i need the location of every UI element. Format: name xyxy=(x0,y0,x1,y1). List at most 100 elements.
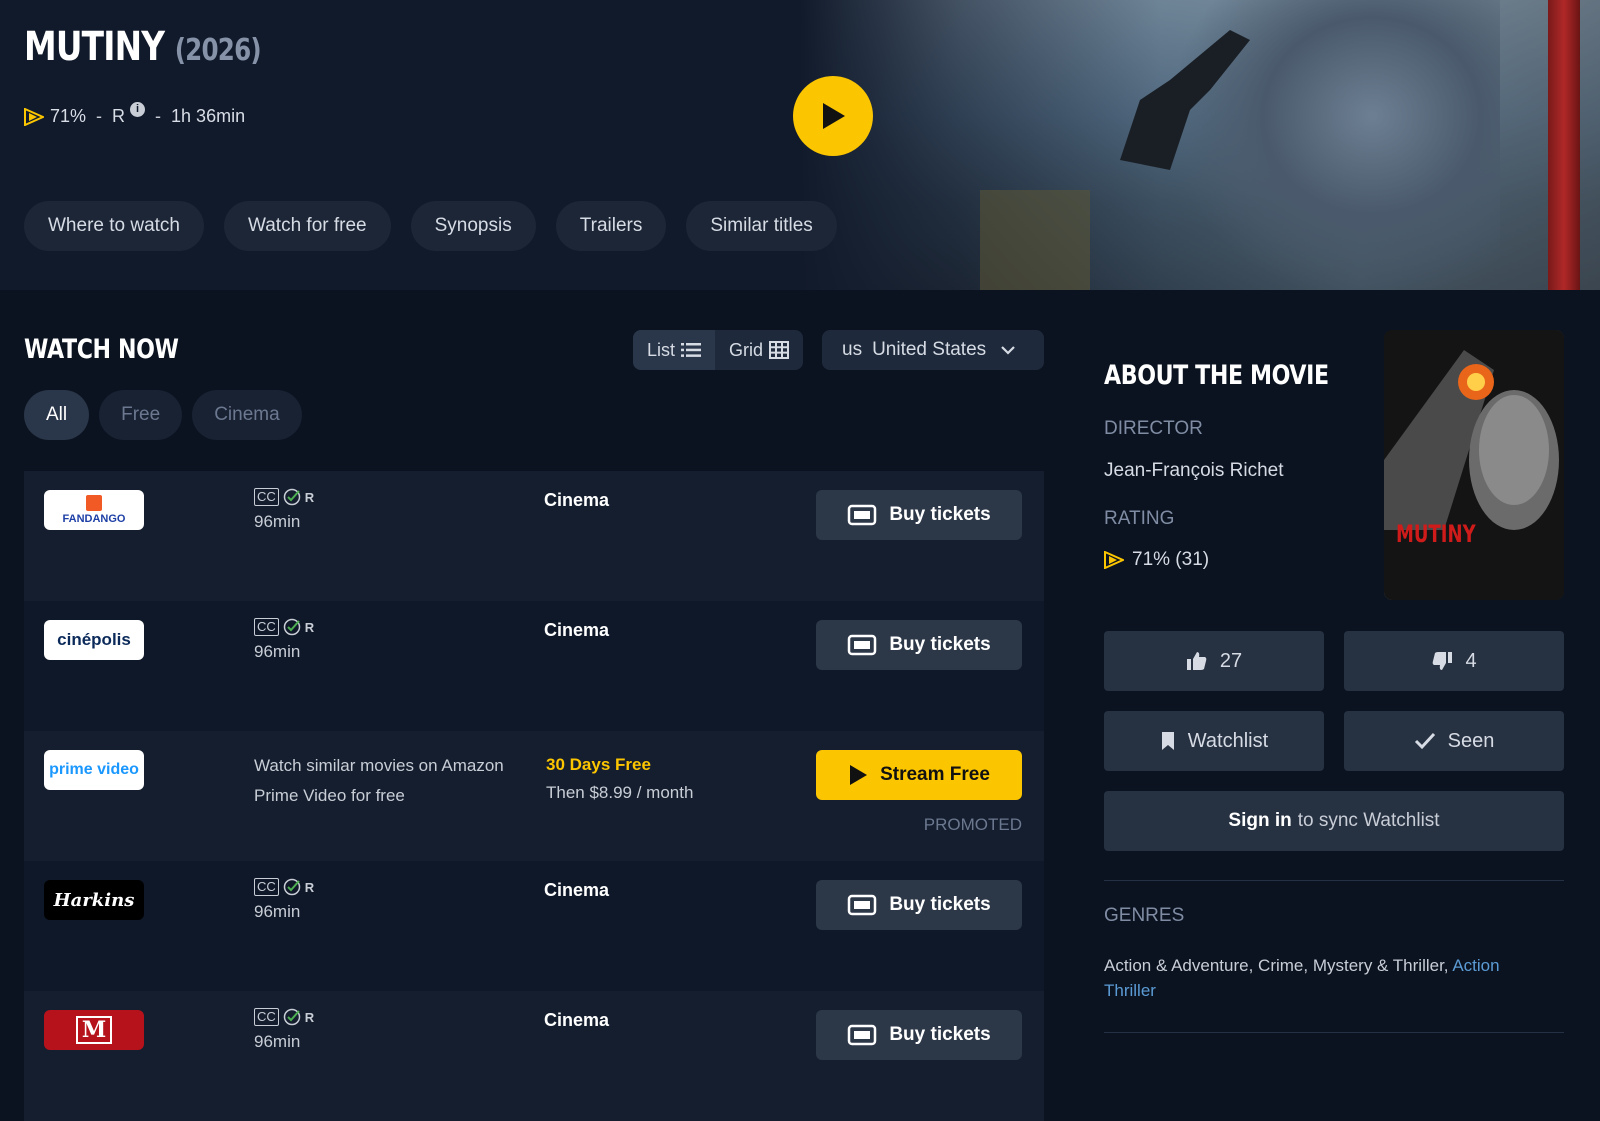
seen-button[interactable]: Seen xyxy=(1344,711,1564,771)
stream-free-label: Stream Free xyxy=(880,764,990,785)
ticket-icon xyxy=(848,894,877,916)
buy-tickets-button[interactable]: Buy tickets xyxy=(816,490,1022,540)
offer-type: Cinema xyxy=(544,1010,610,1030)
offer-type: Cinema xyxy=(544,880,610,900)
bookmark-icon xyxy=(1161,732,1174,750)
tab-where-to-watch[interactable]: Where to watch xyxy=(24,201,204,251)
view-toggle: List Grid xyxy=(633,330,804,370)
tab-similar-titles[interactable]: Similar titles xyxy=(686,201,837,251)
play-trailer-button[interactable] xyxy=(793,76,873,156)
tab-trailers[interactable]: Trailers xyxy=(555,201,667,251)
ticket-icon xyxy=(848,1024,877,1046)
list-view-button[interactable]: List xyxy=(633,330,716,370)
info-icon[interactable]: i xyxy=(130,102,146,117)
filter-all[interactable]: All xyxy=(24,390,90,440)
offer-badges: CC R xyxy=(254,618,314,636)
genres-list: Action & Adventure, Crime, Mystery & Thr… xyxy=(1104,953,1524,1003)
score-icon xyxy=(1104,551,1124,569)
marcus-theatres-logo[interactable]: M xyxy=(44,1010,144,1050)
fandango-logo[interactable]: FANDANGO xyxy=(44,490,144,530)
hero-boat-shape xyxy=(980,190,1090,290)
age-rating: R xyxy=(112,106,126,126)
movie-poster[interactable]: MUTINY xyxy=(1384,330,1564,600)
rating-badge: R xyxy=(304,619,315,635)
verified-check-icon xyxy=(283,618,301,636)
like-button[interactable]: 27 xyxy=(1104,631,1324,691)
closed-captions-icon: CC xyxy=(254,878,279,896)
filter-cinema[interactable]: Cinema xyxy=(192,390,302,440)
closed-captions-icon: CC xyxy=(254,488,279,506)
ticket-icon xyxy=(848,634,877,656)
movie-year: (2026) xyxy=(174,33,262,68)
grid-view-button[interactable]: Grid xyxy=(715,330,803,370)
offer-row: Harkins CC R 96min Cinema Buy tickets xyxy=(24,861,1044,991)
divider xyxy=(1104,880,1564,881)
list-view-label: List xyxy=(647,339,676,360)
cinepolis-logo[interactable]: cinépolis xyxy=(44,620,144,660)
grid-icon xyxy=(769,341,790,359)
closed-captions-icon: CC xyxy=(254,1008,279,1026)
offer-info: CC R 96min xyxy=(254,878,314,922)
meta-separator: - xyxy=(155,106,162,126)
rating-label: RATING xyxy=(1104,508,1175,529)
genres-label: GENRES xyxy=(1104,905,1185,926)
country-select[interactable]: us United States xyxy=(822,330,1044,370)
filter-free[interactable]: Free xyxy=(99,390,183,440)
offer-row-promoted: prime video Watch similar movies on Amaz… xyxy=(24,731,1044,861)
offer-row: cinépolis CC R 96min Cinema Buy tickets xyxy=(24,601,1044,731)
movie-title: MUTINY (2026) xyxy=(24,24,262,70)
verified-check-icon xyxy=(283,878,301,896)
sign-in-sync-button[interactable]: Sign in to sync Watchlist xyxy=(1104,791,1564,851)
harkins-logo[interactable]: Harkins xyxy=(44,880,144,920)
genres-text: Action & Adventure, Crime, Mystery & Thr… xyxy=(1104,956,1449,975)
provider-logo-text: Harkins xyxy=(53,889,135,911)
about-heading: ABOUT THE MOVIE xyxy=(1104,360,1329,391)
movie-title-text: MUTINY xyxy=(24,24,165,70)
provider-logo-text: prime video xyxy=(49,761,139,778)
sign-in-link[interactable]: Sign in xyxy=(1228,810,1291,832)
hero-red-pole xyxy=(1548,0,1580,290)
dislike-count: 4 xyxy=(1465,649,1477,672)
buy-tickets-button[interactable]: Buy tickets xyxy=(816,620,1022,670)
grid-view-label: Grid xyxy=(729,339,764,360)
rating-value-text: 71% (31) xyxy=(1132,549,1210,570)
thumbs-down-icon xyxy=(1433,652,1453,670)
like-count: 27 xyxy=(1219,649,1243,672)
offer-type: Cinema xyxy=(544,620,610,640)
buy-tickets-button[interactable]: Buy tickets xyxy=(816,1010,1022,1060)
checkmark-icon xyxy=(1414,732,1435,750)
meta-separator: - xyxy=(96,106,103,126)
hero-banner: MUTINY (2026) 71% - R i - 1h 36min Where… xyxy=(0,0,1600,290)
tab-watch-for-free[interactable]: Watch for free xyxy=(224,201,391,251)
dislike-button[interactable]: 4 xyxy=(1344,631,1564,691)
offer-duration: 96min xyxy=(254,512,301,531)
rating-badge: R xyxy=(304,879,315,895)
tab-synopsis[interactable]: Synopsis xyxy=(410,201,536,251)
country-code: us xyxy=(842,339,863,360)
promoted-label: PROMOTED xyxy=(923,815,1022,834)
play-icon xyxy=(823,103,845,129)
closed-captions-icon: CC xyxy=(254,618,279,636)
offer-badges: CC R xyxy=(254,488,314,506)
promo-description: Watch similar movies on Amazon Prime Vid… xyxy=(254,756,504,805)
prime-video-logo[interactable]: prime video xyxy=(44,750,144,790)
chevron-down-icon xyxy=(1001,346,1015,355)
buy-tickets-button[interactable]: Buy tickets xyxy=(816,880,1022,930)
score-icon xyxy=(24,107,44,126)
rating-badge: R xyxy=(304,489,315,505)
verified-check-icon xyxy=(283,488,301,506)
rating-badge: R xyxy=(304,1009,315,1025)
promo-price: 30 Days Free Then $8.99 / month xyxy=(546,751,693,807)
poster-art xyxy=(1384,330,1564,600)
buy-tickets-label: Buy tickets xyxy=(889,1024,991,1045)
watchlist-button[interactable]: Watchlist xyxy=(1104,711,1324,771)
fandango-mark-icon xyxy=(86,495,102,511)
offer-duration: 96min xyxy=(254,642,301,661)
offer-duration: 96min xyxy=(254,1032,301,1051)
stream-free-button[interactable]: Stream Free xyxy=(816,750,1022,800)
offer-filters: All Free Cinema xyxy=(24,390,302,440)
hero-gun-shape xyxy=(1120,30,1250,170)
thumbs-up-icon xyxy=(1186,652,1207,670)
director-name[interactable]: Jean-François Richet xyxy=(1104,460,1284,482)
sign-in-rest: to sync Watchlist xyxy=(1297,810,1440,831)
